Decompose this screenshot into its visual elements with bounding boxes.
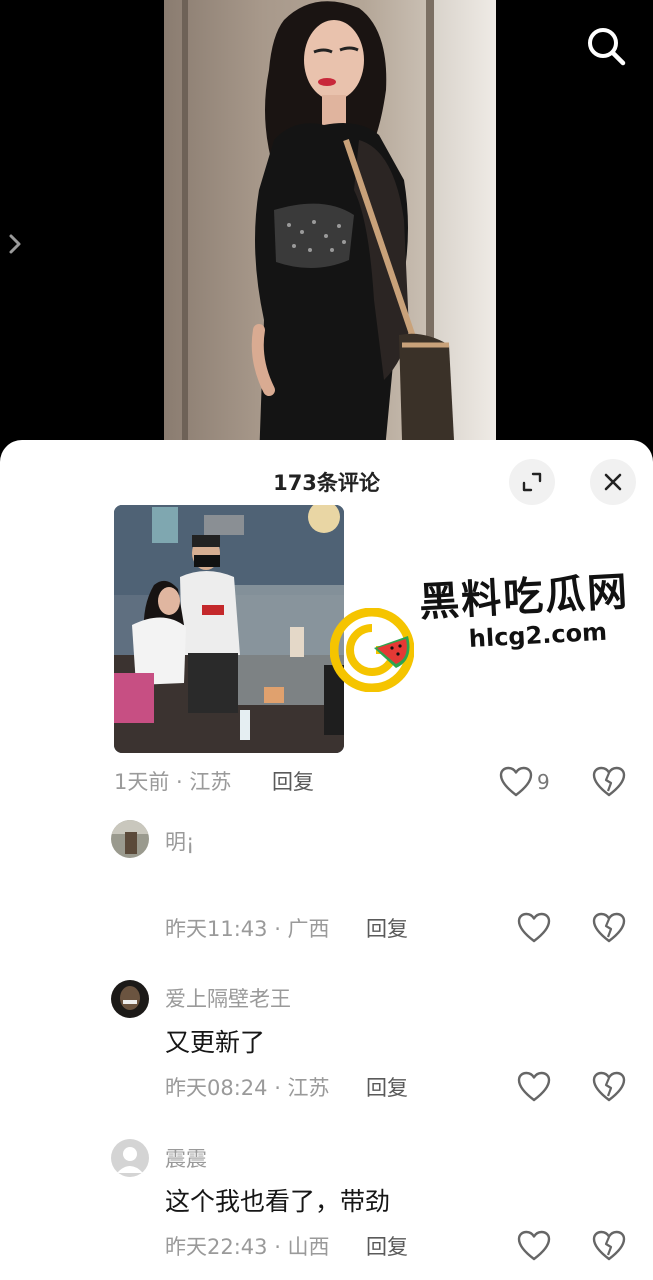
broken-heart-icon	[592, 912, 626, 943]
comment-text: 又更新了	[165, 1028, 266, 1057]
video-player[interactable]	[0, 0, 653, 460]
dislike-button[interactable]	[591, 1229, 627, 1263]
comment-username[interactable]: 爱上隔壁老王	[165, 984, 291, 1014]
expand-icon	[522, 472, 542, 492]
dislike-button[interactable]	[591, 1070, 627, 1104]
watermark-url: hlcg2.com	[468, 617, 608, 653]
avatar[interactable]	[111, 820, 149, 858]
heart-icon	[517, 1071, 551, 1102]
comment-time-location: 昨天22:43 · 山西	[165, 1235, 330, 1259]
comments-sheet: 173条评论 1天前 · 江苏 回复 9 明¡ 昨天11:43 · 广西 回复 …	[0, 440, 653, 1280]
reply-button[interactable]: 回复	[366, 1073, 408, 1103]
reply-button[interactable]: 回复	[366, 914, 408, 944]
comment-username[interactable]: 震震	[165, 1144, 207, 1174]
like-button[interactable]	[516, 1229, 552, 1263]
close-icon	[604, 473, 622, 491]
reply-button[interactable]: 回复	[366, 1232, 408, 1262]
comment-username[interactable]: 明¡	[165, 827, 194, 857]
broken-heart-icon	[592, 766, 626, 797]
heart-icon	[517, 1230, 551, 1261]
search-icon[interactable]	[584, 24, 628, 68]
avatar[interactable]	[111, 980, 149, 1018]
video-person-figure	[251, 1, 454, 460]
dislike-button[interactable]	[591, 911, 627, 945]
broken-heart-icon	[592, 1071, 626, 1102]
comment-time-location: 1天前 · 江苏	[114, 770, 232, 794]
close-button[interactable]	[590, 459, 636, 505]
expand-button[interactable]	[509, 459, 555, 505]
video-frame[interactable]	[164, 0, 496, 460]
comment-attached-image[interactable]	[114, 505, 344, 753]
avatar[interactable]	[111, 1139, 149, 1177]
heart-icon	[499, 766, 533, 797]
dislike-button[interactable]	[591, 765, 627, 799]
watermark-logo-icon	[330, 608, 414, 692]
like-button[interactable]	[516, 911, 552, 945]
comment-text: 这个我也看了，带劲	[165, 1187, 391, 1216]
comment-time-location: 昨天08:24 · 江苏	[165, 1076, 330, 1100]
reply-button[interactable]: 回复	[272, 767, 314, 797]
like-button[interactable]	[498, 765, 534, 799]
chevron-right-icon[interactable]	[4, 228, 26, 260]
comment-time-location: 昨天11:43 · 广西	[165, 917, 330, 941]
watermark: 黑料吃瓜网 hlcg2.com	[330, 569, 645, 698]
broken-heart-icon	[592, 1230, 626, 1261]
comments-count-title: 173条评论	[273, 471, 380, 495]
heart-icon	[517, 912, 551, 943]
like-button[interactable]	[516, 1070, 552, 1104]
like-count: 9	[537, 770, 550, 794]
